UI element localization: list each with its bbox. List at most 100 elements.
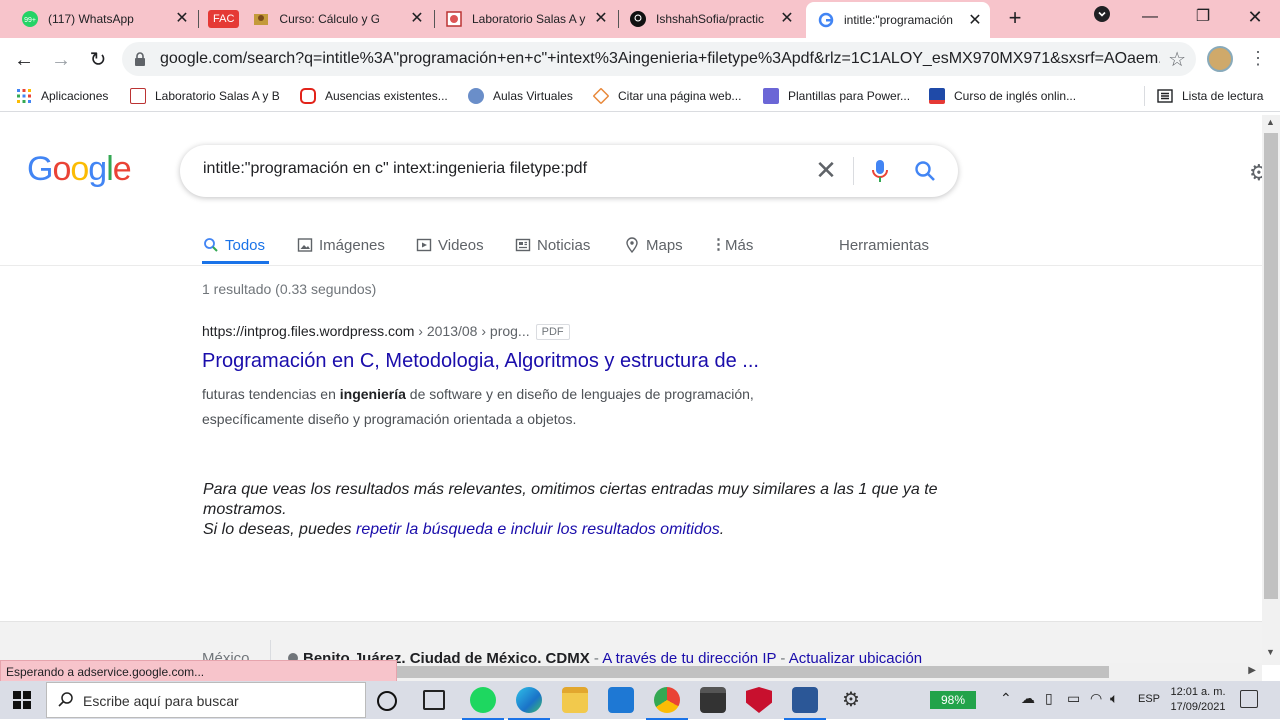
file-explorer-icon[interactable] <box>562 687 588 713</box>
wifi-icon[interactable]: ◠ <box>1090 690 1102 707</box>
bookmark-laboratorio[interactable]: Laboratorio Salas A y B <box>130 86 280 106</box>
pdf-badge: PDF <box>535 324 570 340</box>
omitted-text: . <box>719 521 725 538</box>
clock-date: 17/09/2021 <box>1170 701 1226 713</box>
tab-google-search[interactable]: intitle:"programación ✕ <box>806 2 990 38</box>
tab-curso-calculo[interactable]: FAC Curso: Cálculo y Geo ✕ <box>208 0 432 38</box>
close-tab-icon[interactable]: ✕ <box>778 10 796 28</box>
language-indicator[interactable]: ESP <box>1138 693 1160 705</box>
logo-letter: G <box>27 150 53 188</box>
vertical-scrollbar[interactable]: ▲ ▼ <box>1262 115 1280 665</box>
battery-indicator[interactable]: 98% <box>930 691 976 709</box>
store-icon[interactable] <box>700 687 726 713</box>
google-logo[interactable]: Google <box>27 150 132 189</box>
windows-start-icon[interactable] <box>12 690 32 710</box>
menu-kebab-icon[interactable]: ⋮ <box>1249 48 1267 69</box>
forward-icon[interactable]: → <box>48 48 74 72</box>
scroll-up-arrow[interactable]: ▲ <box>1266 117 1275 127</box>
tray-chevron-icon[interactable]: ⌃ <box>1000 690 1012 707</box>
notifications-icon[interactable] <box>1240 690 1258 708</box>
tab-videos[interactable]: Videos <box>416 230 484 260</box>
page-footer: México Benito Juárez, Ciudad de México, … <box>0 621 1262 670</box>
horizontal-scrollbar[interactable]: ▶ <box>397 663 1262 681</box>
abc-icon <box>929 88 945 104</box>
lock-icon <box>135 52 145 66</box>
search-icon[interactable] <box>914 160 936 182</box>
tab-noticias[interactable]: Noticias <box>515 230 590 260</box>
volume-icon[interactable]: 🔈︎ <box>1110 690 1118 707</box>
tab-mas[interactable]: ⋮ Más <box>711 230 753 260</box>
bookmark-ausencias[interactable]: Ausencias existentes... <box>300 86 448 106</box>
bookmark-aulas-virtuales[interactable]: Aulas Virtuales <box>468 86 573 106</box>
tools-button[interactable]: Herramientas <box>839 230 929 260</box>
bookmark-label: Curso de inglés onlin... <box>954 89 1077 103</box>
device-icon[interactable]: ▯ <box>1045 690 1053 707</box>
search-box[interactable]: intitle:"programación en c" intext:ingen… <box>180 145 958 197</box>
google-icon <box>818 12 834 28</box>
tab-separator <box>618 10 619 28</box>
repeat-search-link[interactable]: repetir la búsqueda e incluir los result… <box>356 521 720 538</box>
search-input[interactable]: intitle:"programación en c" intext:ingen… <box>203 160 587 178</box>
edge-icon[interactable] <box>508 687 550 720</box>
battery-icon[interactable]: ▭ <box>1067 690 1080 707</box>
reading-list[interactable]: Lista de lectura <box>1157 86 1263 106</box>
address-bar[interactable]: google.com/search?q=intitle%3A"programac… <box>122 42 1196 76</box>
close-window-icon[interactable]: ✕ <box>1242 6 1268 28</box>
task-view-icon[interactable] <box>423 690 445 710</box>
tab-title: IshshahSofia/practic <box>656 12 765 26</box>
tab-todos[interactable]: Todos <box>203 230 265 260</box>
profile-avatar[interactable] <box>1207 46 1233 72</box>
tab-whatsapp[interactable]: 99+ (117) WhatsApp ✕ <box>22 0 197 38</box>
back-icon[interactable]: ← <box>11 48 37 72</box>
snippet-highlight: ingeniería <box>339 386 406 402</box>
new-tab-icon[interactable]: + <box>1003 7 1027 31</box>
clear-search-icon[interactable]: ✕ <box>814 157 838 183</box>
address-url[interactable]: google.com/search?q=intitle%3A"programac… <box>160 50 1160 68</box>
cite-path: › 2013/08 › prog... <box>414 323 530 339</box>
scroll-thumb[interactable] <box>397 666 1109 678</box>
system-clock[interactable]: 12:01 a. m. 17/09/2021 <box>1166 685 1230 715</box>
microphone-icon[interactable] <box>871 159 889 183</box>
bookmark-label: Citar una página web... <box>618 89 742 103</box>
bookmark-aplicaciones[interactable]: Aplicaciones <box>16 86 108 106</box>
bookmark-plantillas[interactable]: Plantillas para Power... <box>763 86 910 106</box>
tab-imagenes[interactable]: Imágenes <box>297 230 385 260</box>
tab-title: intitle:"programación <box>844 13 953 27</box>
scroll-down-arrow[interactable]: ▼ <box>1266 647 1275 657</box>
tab-github[interactable]: IshshahSofia/practic ✕ <box>630 0 802 38</box>
restore-icon[interactable]: ❐ <box>1190 6 1216 28</box>
scroll-right-arrow[interactable]: ▶ <box>1248 665 1256 676</box>
taskbar-search[interactable]: Escribe aquí para buscar <box>46 682 366 718</box>
close-tab-icon[interactable]: ✕ <box>592 10 610 28</box>
settings-icon[interactable]: ⚙ <box>838 687 864 713</box>
tab-label: Videos <box>438 236 484 254</box>
chrome-icon[interactable] <box>646 687 688 720</box>
close-tab-icon[interactable]: ✕ <box>966 12 984 30</box>
clock-time: 12:01 a. m. <box>1170 686 1226 698</box>
bookmark-star-icon[interactable]: ☆ <box>1168 47 1186 72</box>
word-icon[interactable] <box>784 687 826 720</box>
close-tab-icon[interactable]: ✕ <box>173 10 191 28</box>
bookmark-citar[interactable]: Citar una página web... <box>592 86 742 106</box>
result-snippet: futuras tendencias en ingeniería de soft… <box>202 382 842 432</box>
cortana-icon[interactable] <box>377 691 397 711</box>
result-cite[interactable]: https://intprog.files.wordpress.com › 20… <box>202 323 570 340</box>
spotify-icon[interactable] <box>462 687 504 720</box>
result-title-link[interactable]: Programación en C, Metodologia, Algoritm… <box>202 350 759 373</box>
minimize-icon[interactable]: — <box>1137 6 1163 28</box>
slides-icon <box>763 88 779 104</box>
close-tab-icon[interactable]: ✕ <box>408 10 426 28</box>
cite-domain: https://intprog.files.wordpress.com <box>202 323 415 339</box>
tab-laboratorio[interactable]: Laboratorio Salas A y ✕ <box>446 0 616 38</box>
bookmark-curso-ingles[interactable]: Curso de inglés onlin... <box>929 86 1076 106</box>
status-bar: Esperando a adservice.google.com... <box>0 660 397 682</box>
onedrive-icon[interactable]: ☁ <box>1021 690 1035 707</box>
scroll-thumb[interactable] <box>1264 133 1278 599</box>
mail-icon[interactable] <box>608 687 634 713</box>
tab-search-icon[interactable] <box>1089 6 1115 28</box>
tab-maps[interactable]: Maps <box>624 230 683 260</box>
reload-icon[interactable]: ↻ <box>85 48 111 72</box>
github-icon <box>630 11 646 27</box>
tab-separator <box>434 10 435 28</box>
bookmark-label: Ausencias existentes... <box>325 89 448 103</box>
